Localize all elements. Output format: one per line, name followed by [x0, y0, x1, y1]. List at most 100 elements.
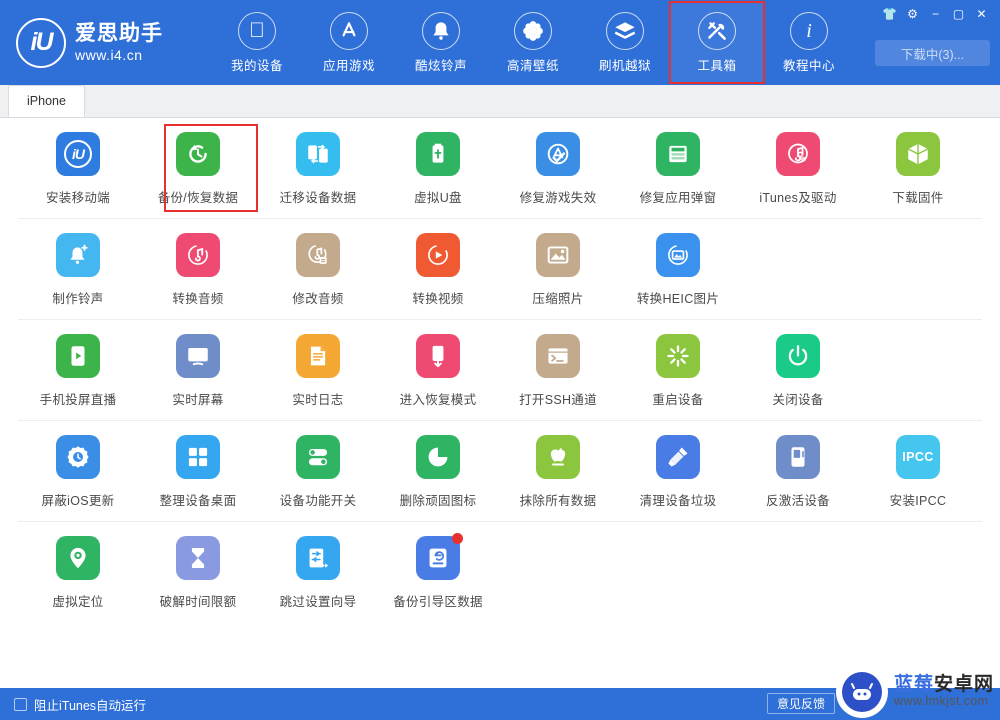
- virtual-location-icon: [56, 536, 100, 580]
- appstore-fix-icon: [536, 132, 580, 176]
- tool-item-删除顽固图标[interactable]: 删除顽固图标: [378, 421, 498, 521]
- tool-item-压缩照片[interactable]: 压缩照片: [498, 219, 618, 319]
- appstore-icon: [330, 11, 368, 50]
- nav-item-label: 教程中心: [782, 58, 835, 73]
- i4-assistant-window: iU 爱思助手 www.i4.cn  我的设备 应用游戏 酷炫铃声 高清壁纸 刷机越狱 工…: [0, 0, 1000, 720]
- nav-item-label: 应用游戏: [322, 58, 375, 73]
- power-off-icon: [776, 334, 820, 378]
- notification-badge: [452, 533, 463, 544]
- video-convert-icon: [416, 233, 460, 277]
- audio-convert-icon: [176, 233, 220, 277]
- block-itunes-label: 阻止iTunes自动运行: [34, 698, 147, 713]
- tool-item-清理设备垃圾[interactable]: 清理设备垃圾: [618, 421, 738, 521]
- block-itunes-checkbox[interactable]: [14, 697, 27, 711]
- tool-section-device-control-tools: 手机投屏直播 实时屏幕 实时日志 进入恢复模式 打开SSH通道 重启设备 关闭设备: [18, 320, 982, 421]
- tool-item-安装移动端[interactable]: iU 安装移动端: [18, 118, 138, 218]
- tool-item-label: 修改音频: [292, 292, 344, 306]
- tool-item-label: 备份/恢复数据: [157, 191, 239, 205]
- tool-item-关闭设备[interactable]: 关闭设备: [738, 320, 858, 420]
- desktop-arrange-icon: [176, 435, 220, 479]
- tool-item-label: 整理设备桌面: [159, 494, 237, 508]
- tool-item-label: 删除顽固图标: [399, 494, 477, 508]
- tool-item-虚拟U盘[interactable]: 虚拟U盘: [378, 118, 498, 218]
- tool-item-安装IPCC[interactable]: IPCC 安装IPCC: [858, 421, 978, 521]
- main-nav:  我的设备 应用游戏 酷炫铃声 高清壁纸 刷机越狱 工具箱 i 教程中心: [211, 0, 855, 85]
- firmware-box-icon: [896, 132, 940, 176]
- tool-item-备份/恢复数据[interactable]: 备份/恢复数据: [138, 118, 258, 218]
- tool-item-进入恢复模式[interactable]: 进入恢复模式: [378, 320, 498, 420]
- tool-grid: iU 安装移动端 备份/恢复数据 迁移设备数据 虚拟U盘 修复游戏失效 修复应用弹窗 iTun…: [18, 118, 982, 218]
- tool-item-转换音频[interactable]: 转换音频: [138, 219, 258, 319]
- toolbox-content: iU 安装移动端 备份/恢复数据 迁移设备数据 虚拟U盘 修复游戏失效 修复应用弹窗 iTun…: [0, 118, 1000, 688]
- tool-item-修复应用弹窗[interactable]: 修复应用弹窗: [618, 118, 738, 218]
- tool-item-跳过设置向导[interactable]: 跳过设置向导: [258, 522, 378, 622]
- block-itunes-checkbox-row[interactable]: 阻止iTunes自动运行: [14, 695, 146, 714]
- tool-item-屏蔽iOS更新[interactable]: 屏蔽iOS更新: [18, 421, 138, 521]
- tool-item-label: iTunes及驱动: [759, 191, 837, 205]
- info-icon: i: [790, 11, 828, 50]
- nav-item-教程中心[interactable]: i 教程中心: [763, 3, 855, 82]
- tool-item-制作铃声[interactable]: 制作铃声: [18, 219, 138, 319]
- download-status-button[interactable]: 下载中(3)...: [875, 40, 990, 66]
- ringtone-add-icon: [56, 233, 100, 277]
- tab-iphone[interactable]: iPhone: [8, 85, 85, 117]
- nav-item-工具箱[interactable]: 工具箱: [669, 1, 765, 84]
- apple-icon: : [238, 11, 276, 50]
- tool-item-label: 虚拟定位: [52, 595, 104, 609]
- nav-item-label: 工具箱: [697, 58, 737, 73]
- status-bar: 阻止iTunes自动运行 意见反馈 蓝莓安卓网 www.lmkjst.com: [0, 666, 1000, 720]
- tool-item-label: 手机投屏直播: [39, 393, 117, 407]
- flower-icon: [514, 11, 552, 50]
- tool-item-破解时间限额[interactable]: 破解时间限额: [138, 522, 258, 622]
- tool-item-修复游戏失效[interactable]: 修复游戏失效: [498, 118, 618, 218]
- bell-icon: [422, 11, 460, 50]
- tool-item-手机投屏直播[interactable]: 手机投屏直播: [18, 320, 138, 420]
- tool-item-抹除所有数据[interactable]: 抹除所有数据: [498, 421, 618, 521]
- tool-item-label: 修复游戏失效: [519, 191, 597, 205]
- tool-item-label: 进入恢复模式: [399, 393, 477, 407]
- tool-item-备份引导区数据[interactable]: 备份引导区数据: [378, 522, 498, 622]
- tool-item-label: 下载固件: [892, 191, 944, 205]
- close-icon[interactable]: ✕: [971, 4, 992, 23]
- tool-item-label: 安装移动端: [45, 191, 110, 205]
- tool-item-反激活设备[interactable]: 反激活设备: [738, 421, 858, 521]
- tool-item-迁移设备数据[interactable]: 迁移设备数据: [258, 118, 378, 218]
- app-logo: iU 爱思助手 www.i4.cn: [16, 17, 191, 68]
- tool-item-转换HEIC图片[interactable]: 转换HEIC图片: [618, 219, 738, 319]
- maximize-icon[interactable]: ▢: [948, 4, 969, 23]
- minimize-icon[interactable]: −: [925, 4, 946, 23]
- tool-item-整理设备桌面[interactable]: 整理设备桌面: [138, 421, 258, 521]
- tool-item-转换视频[interactable]: 转换视频: [378, 219, 498, 319]
- app-header: iU 爱思助手 www.i4.cn  我的设备 应用游戏 酷炫铃声 高清壁纸 刷机越狱 工…: [0, 0, 1000, 85]
- tool-item-label: 制作铃声: [52, 292, 104, 306]
- nav-item-应用游戏[interactable]: 应用游戏: [303, 3, 395, 82]
- nav-item-酷炫铃声[interactable]: 酷炫铃声: [395, 3, 487, 82]
- tool-item-下载固件[interactable]: 下载固件: [858, 118, 978, 218]
- backup-boot-icon: [416, 533, 463, 580]
- tool-item-label: 重启设备: [652, 393, 704, 407]
- tool-item-iTunes及驱动[interactable]: iTunes及驱动: [738, 118, 858, 218]
- apple-id-icon: [656, 132, 700, 176]
- feature-toggle-icon: [296, 435, 340, 479]
- tool-item-实时日志[interactable]: 实时日志: [258, 320, 378, 420]
- tool-item-打开SSH通道[interactable]: 打开SSH通道: [498, 320, 618, 420]
- settings-gear-icon[interactable]: ⚙: [902, 4, 923, 23]
- tool-item-虚拟定位[interactable]: 虚拟定位: [18, 522, 138, 622]
- nav-item-我的设备[interactable]:  我的设备: [211, 3, 303, 82]
- nav-item-高清壁纸[interactable]: 高清壁纸: [487, 3, 579, 82]
- tool-item-重启设备[interactable]: 重启设备: [618, 320, 738, 420]
- skin-icon[interactable]: 👕: [879, 4, 900, 23]
- tool-item-label: 反激活设备: [765, 494, 830, 508]
- ipcc-icon: IPCC: [896, 435, 940, 479]
- feedback-button[interactable]: 意见反馈: [766, 693, 835, 714]
- tool-item-label: 跳过设置向导: [279, 595, 357, 609]
- tool-item-修改音频[interactable]: 修改音频: [258, 219, 378, 319]
- tool-item-label: 实时屏幕: [172, 393, 224, 407]
- tool-section-system-tools: 屏蔽iOS更新 整理设备桌面 设备功能开关 删除顽固图标 抹除所有数据 清理设备垃圾 反激活…: [18, 421, 982, 522]
- clean-junk-icon: [656, 435, 700, 479]
- tool-item-设备功能开关[interactable]: 设备功能开关: [258, 421, 378, 521]
- tool-item-实时屏幕[interactable]: 实时屏幕: [138, 320, 258, 420]
- usb-drive-icon: [416, 132, 460, 176]
- nav-item-label: 我的设备: [230, 58, 283, 73]
- nav-item-刷机越狱[interactable]: 刷机越狱: [579, 3, 671, 82]
